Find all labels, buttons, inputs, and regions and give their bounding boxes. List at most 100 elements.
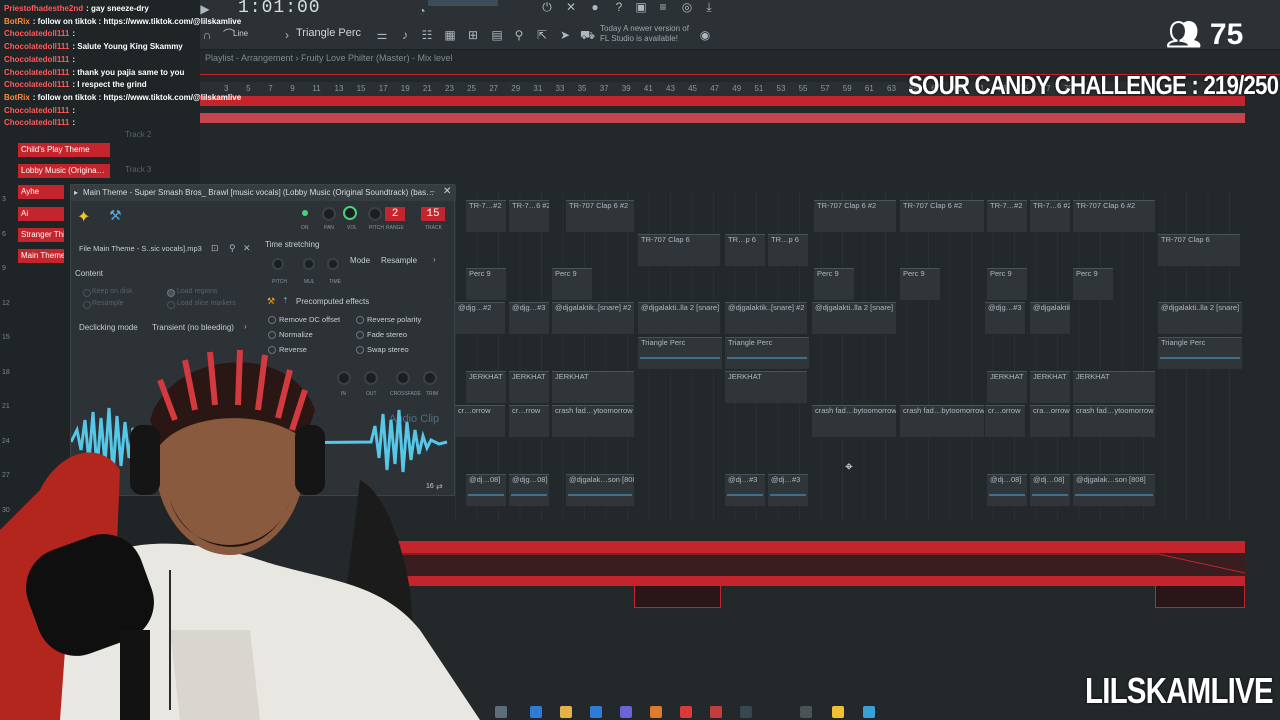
mic-icon[interactable]: ●	[588, 0, 602, 14]
stretch-time-knob[interactable]	[327, 258, 339, 270]
reverse-polarity-checkbox[interactable]	[356, 316, 364, 324]
window-menu-icon[interactable]: ▸	[74, 188, 78, 197]
volume-knob[interactable]	[343, 206, 357, 220]
globe-icon[interactable]: ◉	[698, 28, 712, 42]
stretch-pitch-knob[interactable]	[272, 258, 284, 270]
clip-label: TR-707 Clap 6 #2	[569, 201, 629, 210]
pick-tool-icon[interactable]: ⇱	[535, 28, 549, 42]
browser-icon[interactable]: ⊞	[466, 28, 480, 42]
automation-clip-top[interactable]	[388, 541, 1245, 553]
track-header[interactable]: Main Theme -	[18, 249, 64, 263]
close-small-icon[interactable]: ✕	[243, 243, 251, 254]
taskbar-app-icon[interactable]	[710, 706, 722, 718]
track-header[interactable]: Ayhe	[18, 185, 64, 199]
taskbar-app-icon[interactable]	[863, 706, 875, 718]
taskbar	[480, 704, 900, 720]
channel-rack-icon[interactable]: ☷	[420, 28, 434, 42]
playlist-icon[interactable]: ▦	[443, 28, 457, 42]
keep-on-disk-checkbox[interactable]	[83, 289, 91, 297]
pin-icon[interactable]: ⚲	[229, 243, 236, 254]
fl-studio-icon[interactable]	[832, 706, 844, 718]
pan-knob[interactable]	[322, 207, 336, 221]
chevron-right-icon[interactable]: ›	[433, 255, 436, 264]
track-header[interactable]: Lobby Music (Origina…	[18, 164, 110, 178]
track-header[interactable]: Ai	[18, 207, 64, 221]
ruler-bar-number: 57	[820, 84, 830, 93]
folder-icon[interactable]	[560, 706, 572, 718]
play-icon[interactable]: ▶	[198, 2, 212, 16]
chat-icon[interactable]: ◎	[680, 0, 694, 14]
chevron-right-icon[interactable]: ›	[280, 28, 294, 42]
track-header[interactable]: Stranger Thin	[18, 228, 64, 242]
taskbar-app-icon[interactable]	[530, 706, 542, 718]
clip-label: @djg…08]	[512, 475, 548, 484]
load-slice-markers-checkbox[interactable]	[167, 301, 175, 309]
channel-title-bar[interactable]: Main Theme - Super Smash Bros_ Brawl [mu…	[71, 185, 456, 201]
pattern-selector[interactable]: Triangle Perc	[296, 27, 361, 39]
brave-icon[interactable]	[680, 706, 692, 718]
store-icon[interactable]	[590, 706, 602, 718]
ruler-bar-number: 55	[798, 84, 808, 93]
chat-message: Chocolatedoll111: I respect the grind	[4, 80, 147, 89]
clip-label: crash fad…bytoomorrow	[815, 406, 896, 415]
snap-value[interactable]: Line	[233, 29, 248, 38]
close-icon[interactable]: ✕	[443, 186, 451, 197]
clip-waveform	[770, 494, 806, 496]
remove-dc-checkbox[interactable]	[268, 316, 276, 324]
ruler-bar-number: 21	[422, 84, 432, 93]
arrow-icon[interactable]: ➤	[558, 28, 572, 42]
ruler-bar-number: 61	[864, 84, 874, 93]
cart-icon[interactable]: ⛟	[580, 28, 595, 42]
track-display[interactable]: 15	[421, 207, 445, 221]
download-icon[interactable]: ⤓	[702, 0, 716, 14]
ruler-bar-number: 31	[533, 84, 543, 93]
clip-label: @djgalakti..lla 2 [snare]	[815, 303, 894, 312]
chat-message: BotRix: follow on tiktok : https://www.t…	[4, 17, 241, 26]
resample-checkbox[interactable]	[83, 301, 91, 309]
automation-pulse[interactable]	[634, 586, 721, 608]
clip-label: Triangle Perc	[1161, 338, 1206, 347]
folder-icon[interactable]: ⊡	[211, 243, 219, 254]
channel-on-led[interactable]	[302, 210, 308, 216]
mixer-icon[interactable]: ⚌	[375, 28, 389, 42]
audio-track-waveform[interactable]	[200, 113, 1245, 123]
taskbar-app-icon[interactable]	[800, 706, 812, 718]
chat-message: BotRix: follow on tiktok : https://www.t…	[4, 93, 241, 102]
metronome-icon[interactable]: ◔	[415, 4, 429, 18]
clip-label: Triangle Perc	[728, 338, 773, 347]
save-icon[interactable]: ▣	[634, 0, 648, 14]
cpu-icon[interactable]: ✕	[564, 0, 578, 14]
power-icon[interactable]: ⏻	[540, 0, 554, 14]
track-header[interactable]: Child's Play Theme	[18, 143, 110, 157]
tree-icon[interactable]: ≡	[656, 0, 670, 14]
mouse-cursor-icon: ⌖	[845, 458, 853, 474]
plugin-icon[interactable]: ▤	[490, 28, 504, 42]
pin-icon[interactable]: ⚲	[512, 28, 526, 42]
mode-dropdown[interactable]: Resample	[381, 256, 417, 265]
pitch-range-display[interactable]: 2	[385, 207, 405, 221]
pitch-knob[interactable]	[368, 207, 382, 221]
master-volume-slider[interactable]	[428, 0, 498, 6]
steam-icon[interactable]	[740, 706, 752, 718]
clip-label: @djgalakti..lla 2 [snare]	[1161, 303, 1240, 312]
chat-username: Chocolatedoll111	[4, 118, 70, 128]
knob-label: MUL	[304, 279, 315, 285]
ruler-bar-number: 45	[688, 84, 697, 93]
taskbar-app-icon[interactable]	[650, 706, 662, 718]
taskbar-app-icon[interactable]	[495, 706, 507, 718]
discord-icon[interactable]	[620, 706, 632, 718]
stretch-mul-knob[interactable]	[303, 258, 315, 270]
load-regions-checkbox[interactable]	[167, 289, 175, 297]
help-icon[interactable]: ?	[612, 0, 626, 14]
news-panel[interactable]: Today A newer version of FL Studio is av…	[600, 24, 689, 44]
clip-label: Perc 9	[469, 269, 491, 278]
automation-clip-bottom[interactable]	[388, 576, 1245, 586]
magnet-icon[interactable]: ∩	[200, 28, 214, 42]
clip-label: TR-707 Clap 6 #2	[1076, 201, 1136, 210]
minimize-icon[interactable]: –	[430, 187, 434, 196]
piano-roll-icon[interactable]: ♪	[398, 28, 412, 42]
automation-pulse[interactable]	[1155, 586, 1245, 608]
automation-clip-body[interactable]	[388, 553, 1246, 576]
wrench-icon[interactable]: ⚒	[109, 207, 122, 224]
sample-file-label[interactable]: File Main Theme - S..sic vocals].mp3	[79, 244, 202, 253]
